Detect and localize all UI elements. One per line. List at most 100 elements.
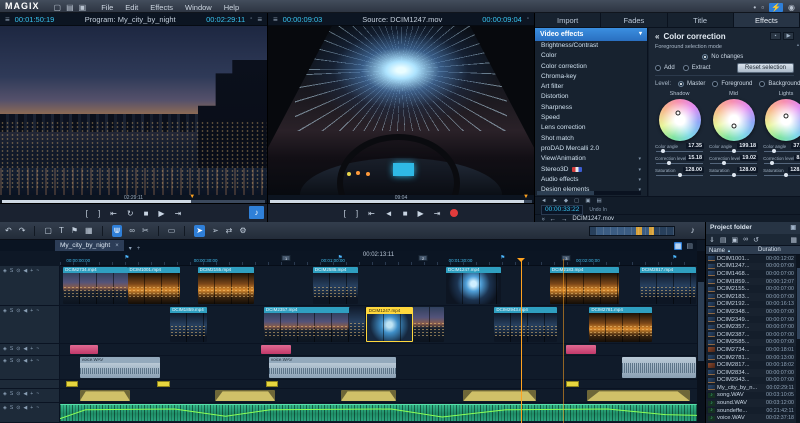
track-header-1[interactable]: ◈S⊙◀+~ xyxy=(0,266,59,306)
preview-play-icon[interactable]: ▶ xyxy=(783,32,794,40)
slider-thumb[interactable] xyxy=(722,161,726,165)
chapter-marker-icon[interactable]: 2 xyxy=(419,255,428,261)
video-clip[interactable]: DCIM1001.mp4 xyxy=(128,267,181,304)
column-duration[interactable]: Duration xyxy=(758,246,800,254)
param-slider[interactable] xyxy=(710,174,757,177)
link-media-icon[interactable]: ∞ xyxy=(743,236,748,243)
close-icon[interactable]: × xyxy=(115,243,119,249)
track-keyframe-icon[interactable]: + xyxy=(30,346,33,352)
jump-end-button[interactable]: ⇥ xyxy=(175,209,182,218)
file-row[interactable]: DCIM2943...00:00:07:00 xyxy=(706,377,796,385)
track-monitor-icon[interactable]: ◀ xyxy=(23,358,27,364)
file-row[interactable]: DCIM1247...00:00:07:00 xyxy=(706,263,796,271)
timeline-settings-button[interactable]: ⚙ xyxy=(239,225,246,237)
radio-extract[interactable]: Extract xyxy=(683,65,711,71)
menu-effects[interactable]: Effects xyxy=(150,3,173,12)
track-fx-icon[interactable]: ◈ xyxy=(3,358,7,364)
track-curve-icon[interactable]: ~ xyxy=(36,391,39,397)
track-header-4[interactable]: ◈S⊙◀+~ xyxy=(0,356,59,380)
vscrollbar-thumb[interactable] xyxy=(797,268,800,339)
storyboard-view-icon[interactable]: ▤ xyxy=(686,242,693,250)
track-fx-icon[interactable]: ◈ xyxy=(3,308,7,314)
detach-window-icon[interactable]: ▫ xyxy=(527,16,529,22)
track-monitor-icon[interactable]: ◀ xyxy=(23,391,27,397)
file-row[interactable]: My_city_by_n...00:02:29:11 xyxy=(706,384,796,392)
color-wheel-knob[interactable] xyxy=(784,113,789,118)
audio-wave-clip[interactable]: voice.WAV xyxy=(80,357,160,378)
slider-thumb[interactable] xyxy=(732,149,736,153)
audio-fx-clip[interactable] xyxy=(80,390,130,401)
status-dot-icon[interactable]: • xyxy=(753,3,756,12)
audio-chip-clip[interactable] xyxy=(157,381,170,387)
menu-file[interactable]: File xyxy=(101,3,113,12)
track-keyframe-icon[interactable]: + xyxy=(30,405,33,411)
track-monitor-icon[interactable]: ◀ xyxy=(23,268,27,274)
audio-fx-clip[interactable] xyxy=(341,390,396,401)
file-row[interactable]: DCIM2585...00:00:07:00 xyxy=(706,339,796,347)
track-mute-icon[interactable]: ⊙ xyxy=(16,405,20,411)
file-row[interactable]: DCIM1859...00:00:12:07 xyxy=(706,278,796,286)
window-icon[interactable]: ▫ xyxy=(761,3,764,12)
tab-fades[interactable]: Fades xyxy=(601,13,667,27)
column-name[interactable]: Name▲ xyxy=(706,246,758,254)
slider-thumb[interactable] xyxy=(661,149,665,153)
effect-item[interactable]: proDAD Mercalli 2.0 xyxy=(535,144,647,154)
tab-title[interactable]: Title xyxy=(668,13,734,27)
track-curve-icon[interactable]: ~ xyxy=(36,346,39,352)
bookmark-marker-icon[interactable]: ⚑ xyxy=(672,255,677,261)
file-row[interactable]: DCIM2817...00:00:18:02 xyxy=(706,361,796,369)
file-row[interactable]: DCIM2387...00:00:07:00 xyxy=(706,331,796,339)
effect-item[interactable]: Lens correction xyxy=(535,123,647,133)
file-row[interactable]: DCIM1001...00:00:12:02 xyxy=(706,255,796,263)
track-curve-icon[interactable]: ~ xyxy=(36,358,39,364)
track-header-2[interactable]: ◈S⊙◀+~ xyxy=(0,306,59,344)
play-button[interactable]: ▶ xyxy=(158,209,164,218)
param-slider[interactable] xyxy=(656,162,703,165)
detach-window-icon[interactable]: ▫ xyxy=(250,16,252,22)
track-solo-icon[interactable]: S xyxy=(10,358,13,364)
file-row[interactable]: DCIM1468...00:00:07:00 xyxy=(706,270,796,278)
monitor-options-icon[interactable]: ≡ xyxy=(257,15,262,24)
video-clip[interactable] xyxy=(413,307,444,342)
effect-item[interactable]: Shot match xyxy=(535,134,647,144)
project-tab[interactable]: My_city_by_night × xyxy=(55,240,124,251)
file-row[interactable]: ♪sound.WAV00:03:12:00 xyxy=(706,399,796,407)
refresh-icon[interactable]: ↺ xyxy=(753,236,759,244)
mark-out-button[interactable]: ] xyxy=(356,209,358,218)
effect-item[interactable]: Audio effects▾ xyxy=(535,175,647,185)
video-clip[interactable]: DCIM2183.mp4 xyxy=(550,267,619,304)
grid-view-icon[interactable]: ▦ xyxy=(790,236,797,244)
radio-background[interactable]: Background xyxy=(759,81,800,87)
open-project-icon[interactable]: ▤ xyxy=(66,3,74,12)
track-fx-icon[interactable]: ◈ xyxy=(3,405,7,411)
track-keyframe-icon[interactable]: + xyxy=(30,268,33,274)
new-folder-icon[interactable]: ▤ xyxy=(720,236,727,244)
slider-thumb[interactable] xyxy=(784,173,788,177)
track-keyframe-icon[interactable]: + xyxy=(30,391,33,397)
video-clip[interactable]: DCIM2155.mp4 xyxy=(198,267,254,304)
track-mute-icon[interactable]: ⊙ xyxy=(16,391,20,397)
track-curve-icon[interactable]: ~ xyxy=(36,405,39,411)
undo-button[interactable]: ↶ xyxy=(5,225,12,237)
redo-button[interactable]: ↷ xyxy=(19,225,26,237)
track-mute-icon[interactable]: ⊙ xyxy=(16,308,20,314)
title-clip[interactable] xyxy=(261,345,291,354)
tab-effects[interactable]: Effects xyxy=(734,13,800,27)
effects-category-dropdown[interactable]: Video effects ▾ xyxy=(535,28,647,41)
play-button[interactable]: ▶ xyxy=(418,209,424,218)
track-fx-icon[interactable]: ◈ xyxy=(3,346,7,352)
jump-start-button[interactable]: ⇤ xyxy=(368,209,375,218)
project-vscrollbar[interactable] xyxy=(796,255,800,423)
save-project-icon[interactable]: ▣ xyxy=(79,3,87,12)
track-solo-icon[interactable]: S xyxy=(10,268,13,274)
compare-icon[interactable]: ▪ xyxy=(770,32,781,40)
radio-add[interactable]: Add xyxy=(655,65,675,71)
frame-back-button[interactable]: ◄ xyxy=(385,209,393,218)
mark-out-button[interactable]: ] xyxy=(98,209,100,218)
timeline-view-icon[interactable]: ▦ xyxy=(674,242,683,250)
mouse-mode-stretch-button[interactable]: ⇄ xyxy=(226,225,233,237)
news-icon[interactable]: ⚡ xyxy=(769,3,783,12)
file-row[interactable]: ♪voice.WAV00:02:37:18 xyxy=(706,414,796,422)
audio-wave-clip[interactable]: voice.WAV xyxy=(269,357,396,378)
radio-master[interactable]: Master xyxy=(678,81,705,87)
